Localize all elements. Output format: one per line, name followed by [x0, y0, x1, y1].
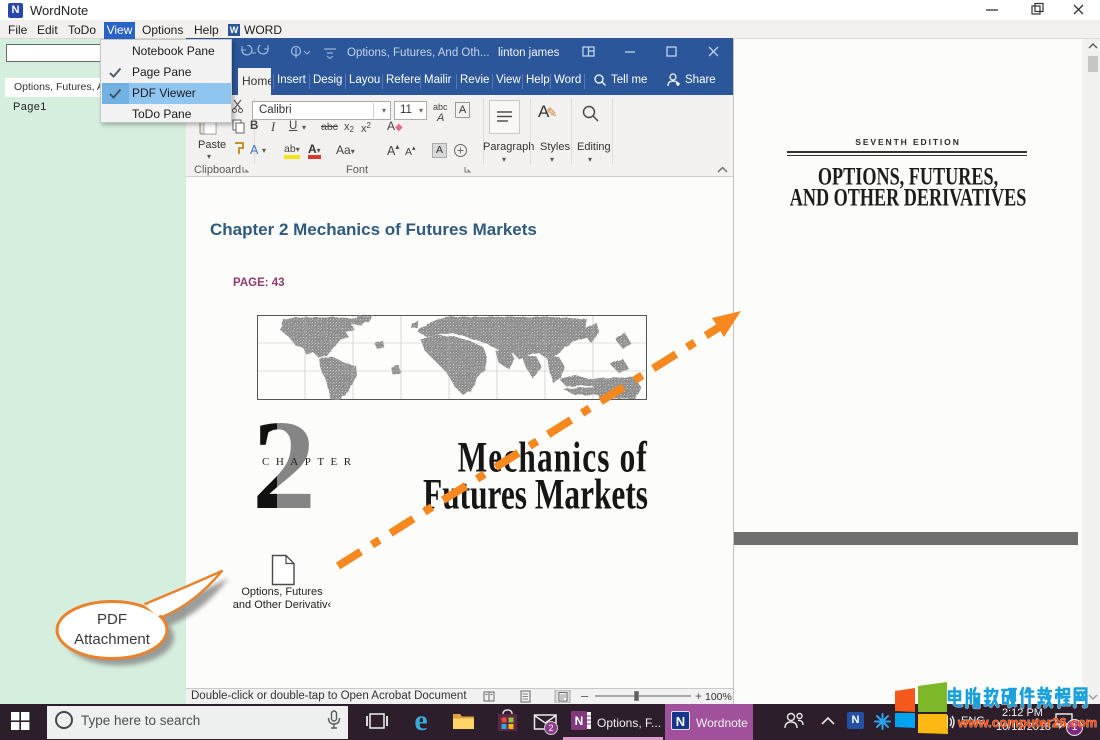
svg-text:www.computer26.com: www.computer26.com	[957, 715, 1097, 730]
svg-text:PDF: PDF	[97, 611, 127, 628]
svg-text:N: N	[575, 714, 584, 728]
svg-text:Attachment: Attachment	[74, 631, 151, 648]
